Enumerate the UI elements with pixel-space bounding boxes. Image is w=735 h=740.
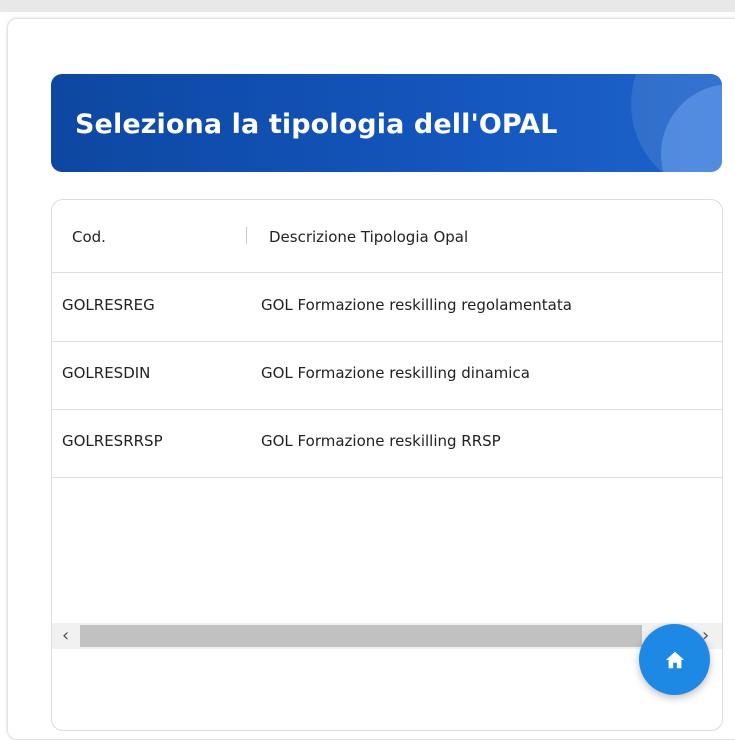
top-window-strip bbox=[0, 0, 735, 12]
page-title: Seleziona la tipologia dell'OPAL bbox=[75, 109, 558, 140]
table-row[interactable]: GOLRESREG GOL Formazione reskilling rego… bbox=[52, 273, 722, 342]
column-header-code[interactable]: Cod. bbox=[72, 228, 106, 246]
scroll-left-arrow-icon[interactable]: ‹ bbox=[62, 625, 69, 647]
row-code: GOLRESRRSP bbox=[62, 432, 163, 450]
column-header-description[interactable]: Descrizione Tipologia Opal bbox=[269, 228, 468, 246]
opal-type-table: Cod. Descrizione Tipologia Opal GOLRESRE… bbox=[51, 199, 723, 731]
column-resize-handle[interactable] bbox=[246, 227, 247, 244]
row-code: GOLRESDIN bbox=[62, 364, 151, 382]
row-description: GOL Formazione reskilling dinamica bbox=[261, 364, 530, 382]
table-row[interactable]: GOLRESRRSP GOL Formazione reskilling RRS… bbox=[52, 409, 722, 478]
home-button[interactable] bbox=[639, 624, 710, 695]
home-icon bbox=[665, 651, 684, 668]
row-description: GOL Formazione reskilling regolamentata bbox=[261, 296, 572, 314]
row-description: GOL Formazione reskilling RRSP bbox=[261, 432, 501, 450]
horizontal-scrollbar[interactable]: ‹ › bbox=[52, 623, 722, 649]
table-row[interactable]: GOLRESDIN GOL Formazione reskilling dina… bbox=[52, 341, 722, 410]
scrollbar-thumb[interactable] bbox=[80, 625, 642, 647]
row-code: GOLRESREG bbox=[62, 296, 155, 314]
page-header-banner: Seleziona la tipologia dell'OPAL bbox=[51, 74, 722, 172]
table-header-row: Cod. Descrizione Tipologia Opal bbox=[52, 200, 722, 273]
